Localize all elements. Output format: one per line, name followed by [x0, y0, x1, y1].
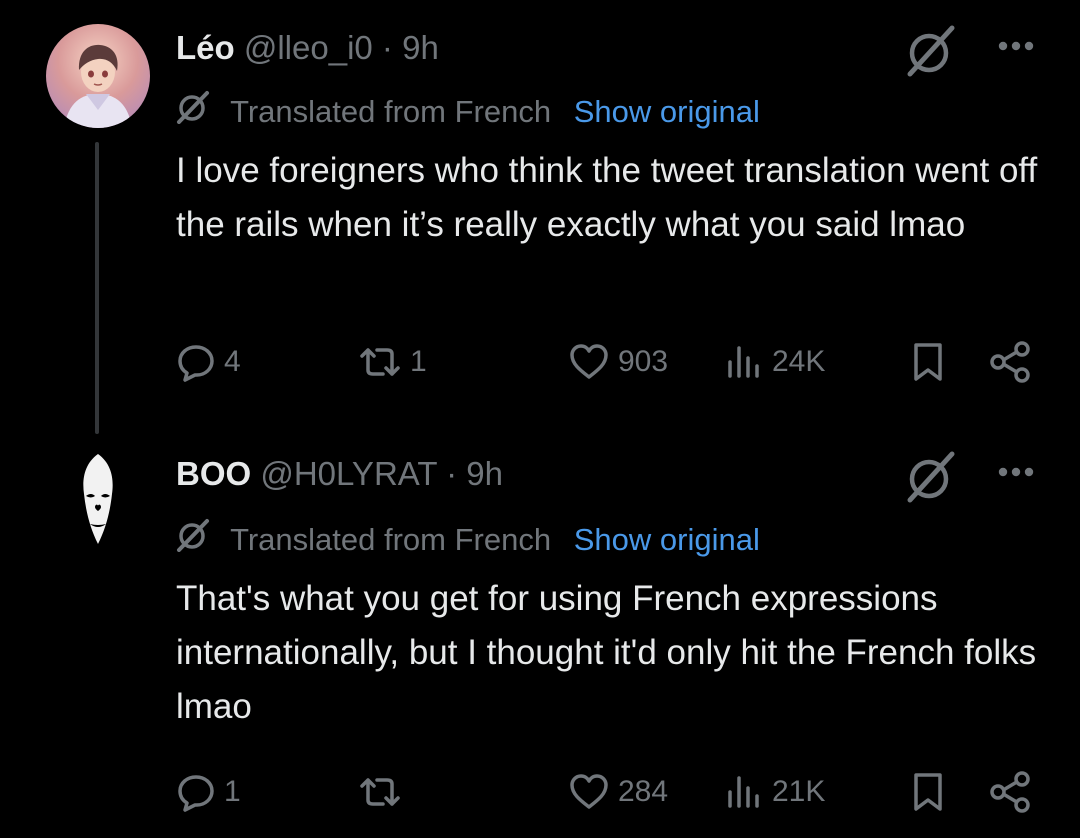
repost-button[interactable]: [358, 768, 410, 816]
tweet-text: That's what you get for using French exp…: [176, 579, 1037, 726]
separator-dot: ·: [446, 455, 458, 492]
user-handle[interactable]: @H0LYRAT: [260, 455, 437, 492]
tweet-header: BOO @H0LYRAT · 9h: [176, 454, 503, 494]
more-icon[interactable]: [998, 38, 1034, 56]
like-button[interactable]: 903: [568, 338, 668, 386]
more-icon[interactable]: [998, 464, 1034, 482]
share-button[interactable]: [988, 338, 1032, 386]
grok-icon[interactable]: [904, 450, 958, 509]
reply-icon: [176, 342, 216, 382]
tweet[interactable]: Léo @lleo_i0 · 9h Translated from French…: [0, 0, 1080, 434]
views-button[interactable]: 21K: [724, 768, 825, 816]
translate-icon: [176, 90, 210, 134]
views-button[interactable]: 24K: [724, 338, 825, 386]
repost-count: 1: [410, 345, 427, 378]
repost-icon: [358, 342, 402, 382]
views-count: 24K: [772, 345, 826, 378]
translated-label: Translated from French: [230, 522, 552, 558]
share-icon: [988, 341, 1032, 383]
reply-button[interactable]: 4: [176, 338, 241, 386]
like-count: 903: [618, 345, 669, 378]
translated-label: Translated from French: [230, 94, 552, 130]
display-name[interactable]: BOO: [176, 455, 251, 492]
tweet-text: I love foreigners who think the tweet tr…: [176, 151, 1038, 244]
share-icon: [988, 771, 1032, 813]
timestamp[interactable]: 9h: [466, 455, 503, 492]
translation-notice: Translated from French Show original: [176, 518, 760, 564]
reply-icon: [176, 772, 216, 812]
thread-line: [95, 142, 99, 434]
grok-icon[interactable]: [904, 24, 958, 83]
reply-count: 1: [224, 775, 241, 808]
repost-icon: [358, 772, 402, 812]
views-icon: [724, 342, 764, 382]
bookmark-icon: [910, 771, 946, 813]
views-count: 21K: [772, 775, 826, 808]
tweet-actions: 1 284 21K: [176, 768, 1036, 816]
bookmark-button[interactable]: [910, 338, 946, 386]
tweet-header-actions: [904, 24, 1034, 77]
show-original-link[interactable]: Show original: [574, 94, 760, 129]
like-button[interactable]: 284: [568, 768, 668, 816]
tweet-actions: 4 1 903 24K: [176, 338, 1036, 386]
bookmark-button[interactable]: [910, 768, 946, 816]
avatar[interactable]: [46, 446, 150, 550]
heart-icon: [568, 342, 610, 382]
views-icon: [724, 772, 764, 812]
translation-notice: Translated from French Show original: [176, 90, 760, 136]
separator-dot: ·: [381, 29, 393, 66]
tweet-header: Léo @lleo_i0 · 9h: [176, 28, 439, 68]
tweet-header-actions: [904, 450, 1034, 503]
tweet[interactable]: BOO @H0LYRAT · 9h Translated from French…: [0, 430, 1080, 838]
timestamp[interactable]: 9h: [402, 29, 439, 66]
translate-icon: [176, 518, 210, 562]
like-count: 284: [618, 775, 669, 808]
display-name[interactable]: Léo: [176, 29, 235, 66]
share-button[interactable]: [988, 768, 1032, 816]
avatar[interactable]: [46, 24, 150, 128]
user-handle[interactable]: @lleo_i0: [244, 29, 373, 66]
bookmark-icon: [910, 341, 946, 383]
show-original-link[interactable]: Show original: [574, 522, 760, 557]
heart-icon: [568, 772, 610, 812]
reply-count: 4: [224, 345, 241, 378]
repost-button[interactable]: 1: [358, 338, 427, 386]
reply-button[interactable]: 1: [176, 768, 241, 816]
